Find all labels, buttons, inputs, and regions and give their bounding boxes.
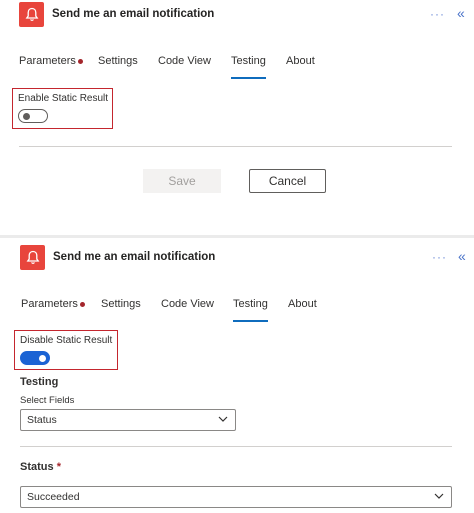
static-result-label: Enable Static Result (18, 93, 109, 104)
status-value: Succeeded (27, 491, 80, 503)
error-dot-icon (79, 301, 85, 307)
tab-label: Testing (233, 298, 268, 310)
select-fields-value: Status (27, 414, 57, 426)
bell-icon (20, 245, 45, 270)
bell-icon (19, 2, 44, 27)
toggle-knob (39, 355, 46, 362)
cancel-button[interactable]: Cancel (249, 169, 326, 193)
tab-code-view[interactable]: Code View (161, 298, 214, 322)
highlight-box: Disable Static Result (14, 330, 118, 370)
static-result-toggle[interactable] (18, 109, 48, 123)
tab-label: Testing (231, 55, 266, 67)
tab-bar: Parameters Settings Code View Testing Ab… (0, 55, 474, 79)
status-label: Status * (20, 461, 61, 473)
testing-heading: Testing (20, 376, 59, 388)
tab-parameters[interactable]: Parameters (21, 298, 85, 322)
toggle-knob (23, 113, 30, 120)
tab-settings[interactable]: Settings (101, 298, 141, 322)
status-label-text: Status (20, 461, 54, 473)
panel-header: Send me an email notification ··· « (0, 238, 474, 270)
divider (19, 146, 452, 147)
select-fields-label: Select Fields (20, 395, 75, 406)
more-options-icon[interactable]: ··· (430, 7, 445, 21)
collapse-icon[interactable]: « (457, 5, 465, 21)
action-panel-disable: Send me an email notification ··· « Para… (0, 238, 474, 513)
tab-label: Settings (101, 298, 141, 310)
tab-testing[interactable]: Testing (231, 55, 266, 79)
tab-about[interactable]: About (288, 298, 317, 322)
tab-label: Parameters (19, 55, 76, 67)
action-title: Send me an email notification (52, 8, 215, 20)
panel-header: Send me an email notification ··· « (0, 0, 474, 32)
tab-about[interactable]: About (286, 55, 315, 79)
tab-label: Parameters (21, 298, 78, 310)
select-fields-dropdown[interactable]: Status (20, 409, 236, 431)
tab-label: Code View (158, 55, 211, 67)
tab-label: About (288, 298, 317, 310)
status-dropdown[interactable]: Succeeded (20, 486, 452, 508)
more-options-icon[interactable]: ··· (432, 250, 447, 264)
collapse-icon[interactable]: « (458, 248, 466, 264)
tab-testing[interactable]: Testing (233, 298, 268, 322)
action-panel-enable: Send me an email notification ··· « Para… (0, 0, 474, 235)
static-result-toggle[interactable] (20, 351, 50, 365)
highlight-box: Enable Static Result (12, 88, 113, 129)
tab-label: Code View (161, 298, 214, 310)
chevron-down-icon (434, 493, 444, 499)
static-result-label: Disable Static Result (20, 335, 113, 346)
tab-label: Settings (98, 55, 138, 67)
chevron-down-icon (218, 416, 228, 422)
error-dot-icon (77, 58, 83, 64)
tab-code-view[interactable]: Code View (158, 55, 211, 79)
tab-settings[interactable]: Settings (98, 55, 138, 79)
required-mark: * (56, 461, 61, 473)
action-title: Send me an email notification (53, 251, 216, 263)
divider (20, 446, 452, 447)
tab-bar: Parameters Settings Code View Testing Ab… (0, 298, 474, 322)
tab-parameters[interactable]: Parameters (19, 55, 83, 79)
save-button[interactable]: Save (143, 169, 221, 193)
tab-label: About (286, 55, 315, 67)
